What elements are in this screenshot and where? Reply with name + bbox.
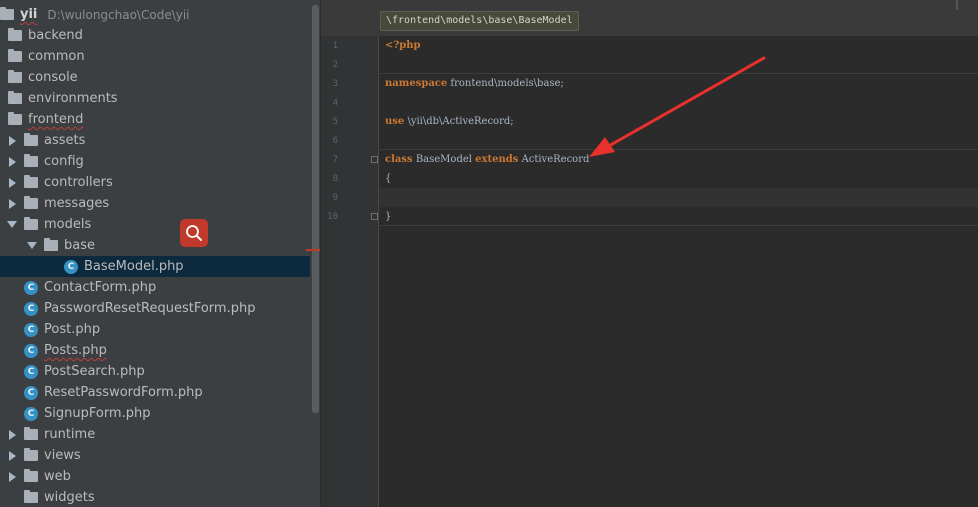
tree-folder-item[interactable]: web — [0, 466, 310, 487]
tree-folder-item[interactable]: widgets — [0, 487, 310, 507]
tree-item-label: runtime — [44, 427, 96, 442]
tree-folder-item[interactable]: config — [0, 151, 310, 172]
folder-icon — [24, 175, 38, 188]
php-class-icon: C — [24, 385, 38, 400]
folder-icon — [8, 70, 22, 83]
tree-item-label: ContactForm.php — [44, 280, 157, 295]
tree-item-label: PasswordResetRequestForm.php — [44, 301, 256, 316]
tree-folder-item[interactable]: messages — [0, 193, 310, 214]
tree-item-label: frontend — [28, 112, 84, 127]
folder-icon — [24, 448, 38, 461]
tree-folder-item[interactable]: console — [0, 67, 310, 88]
sidebar-scrollbar[interactable] — [312, 5, 319, 413]
tree-item-label: assets — [44, 133, 86, 148]
tree-item-label: ResetPasswordForm.php — [44, 385, 203, 400]
tree-item-label: base — [64, 238, 95, 253]
php-class-icon: C — [24, 343, 38, 358]
tree-item-label: config — [44, 154, 84, 169]
tree-file-item[interactable]: C Post.php — [0, 319, 310, 340]
folder-icon — [8, 49, 22, 62]
chevron-right-icon[interactable] — [4, 193, 20, 214]
error-stripe-mark — [306, 249, 320, 251]
tree-item-label: web — [44, 469, 71, 484]
php-class-icon: C — [24, 280, 38, 295]
tree-folder-item[interactable]: controllers — [0, 172, 310, 193]
search-icon[interactable] — [180, 219, 208, 247]
tree-file-item[interactable]: C Posts.php — [0, 340, 310, 361]
project-sidebar: yii D:\wulongchao\Code\yii backend common… — [0, 0, 320, 507]
folder-icon — [8, 28, 22, 41]
chevron-down-icon[interactable] — [24, 235, 40, 256]
folder-icon — [44, 238, 58, 251]
folder-icon — [8, 112, 22, 125]
tree-folder-item[interactable]: backend — [0, 25, 310, 46]
tree-file-item[interactable]: C SignupForm.php — [0, 403, 310, 424]
php-class-icon: C — [24, 301, 38, 316]
folder-icon — [24, 427, 38, 440]
tree-item-label: backend — [28, 28, 83, 43]
php-class-icon: C — [24, 322, 38, 337]
chevron-right-icon[interactable] — [4, 151, 20, 172]
project-name: yii — [20, 7, 38, 22]
tree-item-label: controllers — [44, 175, 113, 190]
tree-file-item[interactable]: C ResetPasswordForm.php — [0, 382, 310, 403]
tree-item-label: common — [28, 49, 85, 64]
folder-icon — [0, 7, 14, 20]
tree-folder-item[interactable]: environments — [0, 88, 310, 109]
tree-file-item[interactable]: C PasswordResetRequestForm.php — [0, 298, 310, 319]
chevron-right-icon[interactable] — [4, 424, 20, 445]
tree-folder-item[interactable]: views — [0, 445, 310, 466]
tree-folder-item[interactable]: assets — [0, 130, 310, 151]
chevron-right-icon[interactable] — [4, 445, 20, 466]
tree-item-label: console — [28, 70, 78, 85]
annotation-arrow-icon — [589, 56, 766, 157]
folder-icon — [24, 154, 38, 167]
tree-item-label: widgets — [44, 490, 95, 505]
project-root[interactable]: yii D:\wulongchao\Code\yii — [0, 4, 310, 25]
tree-file-item[interactable]: C ContactForm.php — [0, 277, 310, 298]
tree-item-label: environments — [28, 91, 118, 106]
php-class-icon: C — [24, 364, 38, 379]
chevron-right-icon[interactable] — [4, 466, 20, 487]
folder-icon — [24, 469, 38, 482]
folder-icon — [24, 196, 38, 209]
code-editor[interactable]: \frontend\models\base\BaseModel 12345678… — [321, 0, 978, 507]
tree-folder-item[interactable]: runtime — [0, 424, 310, 445]
php-class-icon: C — [64, 259, 78, 274]
php-class-icon: C — [24, 406, 38, 421]
tree-item-label: Post.php — [44, 322, 101, 337]
tree-file-item[interactable]: C BaseModel.php — [0, 256, 310, 277]
tree-folder-item[interactable]: base — [0, 235, 310, 256]
tree-folder-item[interactable]: frontend — [0, 109, 310, 130]
tree-item-label: messages — [44, 196, 110, 211]
tree-item-label: views — [44, 448, 81, 463]
project-path: D:\wulongchao\Code\yii — [47, 7, 190, 22]
tree-item-label: BaseModel.php — [84, 259, 184, 274]
folder-icon — [8, 91, 22, 104]
folder-icon — [24, 490, 38, 503]
folder-icon — [24, 217, 38, 230]
tree-item-label: models — [44, 217, 92, 232]
tree-item-label: PostSearch.php — [44, 364, 145, 379]
chevron-down-icon[interactable] — [4, 214, 20, 235]
tree-folder-item[interactable]: models — [0, 214, 310, 235]
tree-file-item[interactable]: C PostSearch.php — [0, 361, 310, 382]
chevron-right-icon[interactable] — [4, 172, 20, 193]
folder-icon — [24, 133, 38, 146]
tree-item-label: SignupForm.php — [44, 406, 151, 421]
tree-folder-item[interactable]: common — [0, 46, 310, 67]
chevron-right-icon[interactable] — [4, 130, 20, 151]
chevron-right-icon — [4, 487, 20, 507]
tree-item-label: Posts.php — [44, 343, 107, 358]
